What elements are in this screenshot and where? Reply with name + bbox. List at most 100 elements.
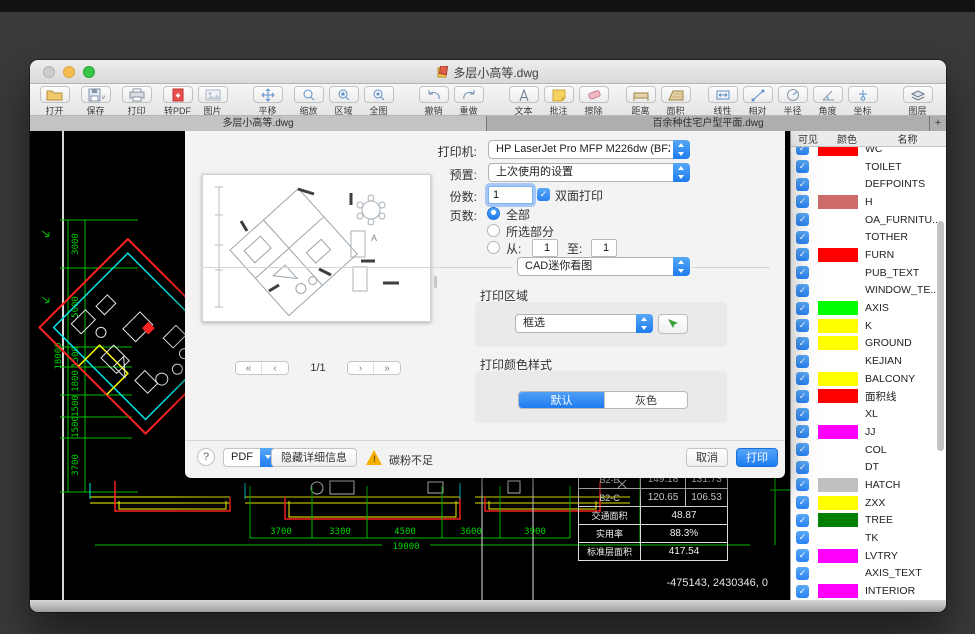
print-area-select[interactable]: 框选: [515, 314, 653, 333]
layer-visible-checkbox[interactable]: ✓: [796, 178, 809, 191]
erase-button[interactable]: 擦除: [577, 86, 610, 117]
layer-visible-checkbox[interactable]: ✓: [796, 408, 809, 421]
layer-color-swatch[interactable]: [818, 531, 858, 545]
layer-visible-checkbox[interactable]: ✓: [796, 284, 809, 297]
save-button[interactable]: v 保存: [79, 86, 112, 117]
image-button[interactable]: 图片: [196, 86, 229, 117]
layer-color-swatch[interactable]: [818, 336, 858, 350]
text-button[interactable]: 文本: [507, 86, 540, 117]
marquee-select-button[interactable]: [658, 314, 688, 334]
from-input[interactable]: [532, 239, 558, 257]
layers-button[interactable]: 图层: [901, 86, 934, 117]
layer-visible-checkbox[interactable]: ✓: [796, 478, 809, 491]
layer-color-swatch[interactable]: [818, 301, 858, 315]
area-button[interactable]: 面积: [659, 86, 692, 117]
layer-visible-checkbox[interactable]: ✓: [796, 531, 809, 544]
layer-visible-checkbox[interactable]: ✓: [796, 372, 809, 385]
help-button[interactable]: ?: [197, 448, 215, 466]
layer-color-swatch[interactable]: [818, 407, 858, 421]
layer-visible-checkbox[interactable]: ✓: [796, 549, 809, 562]
layer-visible-checkbox[interactable]: ✓: [796, 390, 809, 403]
copies-input[interactable]: [488, 186, 533, 204]
layer-color-swatch[interactable]: [818, 460, 858, 474]
duplex-checkbox[interactable]: ✓: [537, 188, 550, 201]
layer-color-swatch[interactable]: [818, 425, 858, 439]
redo-button[interactable]: 重做: [452, 86, 485, 117]
printer-select[interactable]: HP LaserJet Pro MFP M226dw (BF2574): [488, 140, 690, 159]
first-page-button[interactable]: «: [236, 362, 262, 374]
pdf-menu-button[interactable]: PDF: [223, 448, 276, 467]
print-button-primary[interactable]: 打印: [736, 448, 778, 467]
layer-color-swatch[interactable]: [818, 443, 858, 457]
layer-visible-checkbox[interactable]: ✓: [796, 319, 809, 332]
layer-visible-checkbox[interactable]: ✓: [796, 213, 809, 226]
layer-visible-checkbox[interactable]: ✓: [796, 160, 809, 173]
layer-visible-checkbox[interactable]: ✓: [796, 266, 809, 279]
angle-button[interactable]: 角度: [811, 86, 844, 117]
layer-visible-checkbox[interactable]: ✓: [796, 461, 809, 474]
layer-color-swatch[interactable]: [818, 372, 858, 386]
distance-button[interactable]: 距离: [624, 86, 657, 117]
layer-color-swatch[interactable]: [818, 283, 858, 297]
layer-color-swatch[interactable]: [818, 177, 858, 191]
layer-color-swatch[interactable]: [818, 147, 858, 156]
tab-document-2[interactable]: 百余种住宅户型平面.dwg: [487, 116, 930, 131]
layer-color-swatch[interactable]: [818, 549, 858, 563]
layer-visible-checkbox[interactable]: ✓: [796, 231, 809, 244]
style-gray-segment[interactable]: 灰色: [604, 392, 687, 408]
layer-color-swatch[interactable]: [818, 513, 858, 527]
to-pdf-button[interactable]: 转PDF: [161, 86, 194, 117]
layer-color-swatch[interactable]: [818, 478, 858, 492]
preset-select[interactable]: 上次使用的设置: [488, 163, 690, 182]
zoom-all-button[interactable]: 全图: [362, 86, 395, 117]
layer-visible-checkbox[interactable]: ✓: [796, 567, 809, 580]
tab-document-1[interactable]: 多层小高等.dwg: [30, 116, 487, 131]
layer-visible-checkbox[interactable]: ✓: [796, 248, 809, 261]
layer-visible-checkbox[interactable]: ✓: [796, 443, 809, 456]
layer-visible-checkbox[interactable]: ✓: [796, 355, 809, 368]
layer-color-swatch[interactable]: [818, 248, 858, 262]
add-tab-button[interactable]: +: [930, 116, 946, 131]
last-page-button[interactable]: »: [374, 362, 400, 374]
open-button[interactable]: 打开: [38, 86, 71, 117]
relative-dim-button[interactable]: 相对: [741, 86, 774, 117]
layer-visible-checkbox[interactable]: ✓: [796, 302, 809, 315]
pages-all-radio[interactable]: [487, 207, 500, 220]
layer-visible-checkbox[interactable]: ✓: [796, 425, 809, 438]
zoom-button[interactable]: 缩放: [292, 86, 325, 117]
layer-visible-checkbox[interactable]: ✓: [796, 337, 809, 350]
coordinate-button[interactable]: 坐标: [846, 86, 879, 117]
style-default-segment[interactable]: 默认: [519, 392, 604, 408]
prev-page-button[interactable]: ‹: [262, 362, 288, 374]
layer-color-swatch[interactable]: [818, 584, 858, 598]
layer-color-swatch[interactable]: [818, 354, 858, 368]
to-input[interactable]: [591, 239, 617, 257]
layer-color-swatch[interactable]: [818, 160, 858, 174]
app-section-select[interactable]: CAD迷你看图: [517, 257, 690, 276]
linear-dim-button[interactable]: 线性: [706, 86, 739, 117]
annotate-button[interactable]: 批注: [542, 86, 575, 117]
layers-scrollbar[interactable]: [937, 221, 944, 451]
layer-visible-checkbox[interactable]: ✓: [796, 147, 809, 155]
print-button[interactable]: 打印: [120, 86, 153, 117]
pages-selection-radio[interactable]: [487, 224, 500, 237]
layer-color-swatch[interactable]: [818, 195, 858, 209]
zoom-region-button[interactable]: 区域: [327, 86, 360, 117]
layer-color-swatch[interactable]: [818, 213, 858, 227]
layer-visible-checkbox[interactable]: ✓: [796, 496, 809, 509]
undo-button[interactable]: 撤销: [417, 86, 450, 117]
preview-resize-handle[interactable]: [434, 276, 437, 288]
layer-visible-checkbox[interactable]: ✓: [796, 195, 809, 208]
layer-color-swatch[interactable]: [818, 496, 858, 510]
layer-color-swatch[interactable]: [818, 230, 858, 244]
layer-visible-checkbox[interactable]: ✓: [796, 514, 809, 527]
cancel-button[interactable]: 取消: [686, 448, 728, 467]
radius-button[interactable]: 半径: [776, 86, 809, 117]
hide-details-button[interactable]: 隐藏详细信息: [271, 448, 357, 467]
layer-color-swatch[interactable]: [818, 266, 858, 280]
layer-visible-checkbox[interactable]: ✓: [796, 585, 809, 598]
layer-color-swatch[interactable]: [818, 566, 858, 580]
pan-button[interactable]: 平移: [251, 86, 284, 117]
pages-range-radio[interactable]: [487, 241, 500, 254]
layer-color-swatch[interactable]: [818, 319, 858, 333]
